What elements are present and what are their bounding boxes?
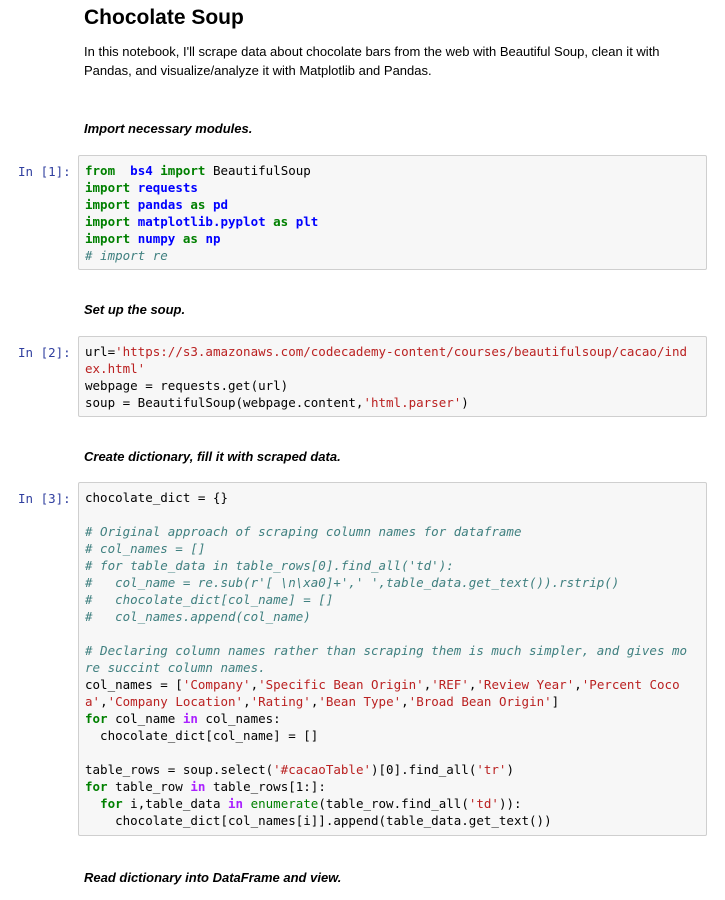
cell-2-prompt: In [2]:	[18, 345, 71, 360]
cell-3-prompt: In [3]:	[18, 491, 71, 506]
heading-import-modules: Import necessary modules.	[84, 121, 253, 136]
code-line: import requests	[85, 180, 198, 195]
code-cell-3[interactable]: chocolate_dict = {}​# Original approach …	[78, 482, 707, 836]
heading-read-dataframe: Read dictionary into DataFrame and view.	[84, 870, 342, 885]
heading-create-dictionary: Create dictionary, fill it with scraped …	[84, 449, 341, 464]
code-line: for col_name in col_names:	[85, 711, 281, 726]
code-cell-1[interactable]: from bs4 import BeautifulSoup import requ…	[78, 155, 707, 270]
notebook-title: Chocolate Soup	[84, 6, 244, 29]
code-line: a','Company Location','Rating','Bean Typ…	[85, 694, 560, 709]
code-line: import numpy as np	[85, 231, 221, 246]
code-line: # Declaring column names rather than scr…	[85, 643, 688, 658]
code-line: import pandas as pd	[85, 197, 229, 212]
code-line: webpage = requests.get(url)	[85, 378, 289, 393]
code-line: # col_name = re.sub(r'[ \n\xa0]+',' ',ta…	[85, 575, 620, 590]
code-line: for i,table_data in enumerate(table_row.…	[100, 796, 522, 811]
code-line: chocolate_dict = {}	[85, 490, 228, 505]
code-line: # chocolate_dict[col_name] = []	[85, 592, 334, 607]
code-line: import matplotlib.pyplot as plt	[85, 214, 319, 229]
code-line: ​	[85, 744, 700, 761]
code-line: # Original approach of scraping column n…	[85, 524, 522, 539]
code-line: chocolate_dict[col_names[i]].append(tabl…	[85, 813, 552, 828]
code-cell-2[interactable]: url='https://s3.amazonaws.com/codecademy…	[78, 336, 707, 417]
code-line: soup = BeautifulSoup(webpage.content,'ht…	[85, 395, 469, 410]
code-cell-3-source[interactable]: chocolate_dict = {}​# Original approach …	[85, 489, 700, 829]
code-cell-1-source[interactable]: from bs4 import BeautifulSoup import requ…	[85, 162, 700, 264]
code-line: # col_names.append(col_name)	[85, 609, 311, 624]
code-line: from bs4 import BeautifulSoup	[85, 163, 311, 178]
code-cell-2-source[interactable]: url='https://s3.amazonaws.com/codecademy…	[85, 343, 700, 411]
heading-set-up-soup: Set up the soup.	[84, 302, 186, 317]
code-line: url='https://s3.amazonaws.com/codecademy…	[85, 344, 688, 359]
code-line: for table_row in table_rows[1:]:	[85, 779, 326, 794]
code-line: ​	[85, 625, 700, 642]
code-line: # col_names = []	[85, 541, 206, 556]
intro-paragraph: In this notebook, I'll scrape data about…	[84, 44, 660, 78]
code-line: ​	[85, 506, 700, 523]
code-line: ex.html'	[85, 361, 146, 376]
code-line: re succint column names.	[85, 660, 266, 675]
cell-1-prompt: In [1]:	[18, 164, 71, 179]
code-line: table_rows = soup.select('#cacaoTable')[…	[85, 762, 514, 777]
code-line: # for table_data in table_rows[0].find_a…	[85, 558, 454, 573]
code-line: chocolate_dict[col_name] = []	[85, 728, 319, 743]
code-line: col_names = ['Company','Specific Bean Or…	[85, 677, 680, 692]
code-line: # import re	[85, 248, 168, 263]
